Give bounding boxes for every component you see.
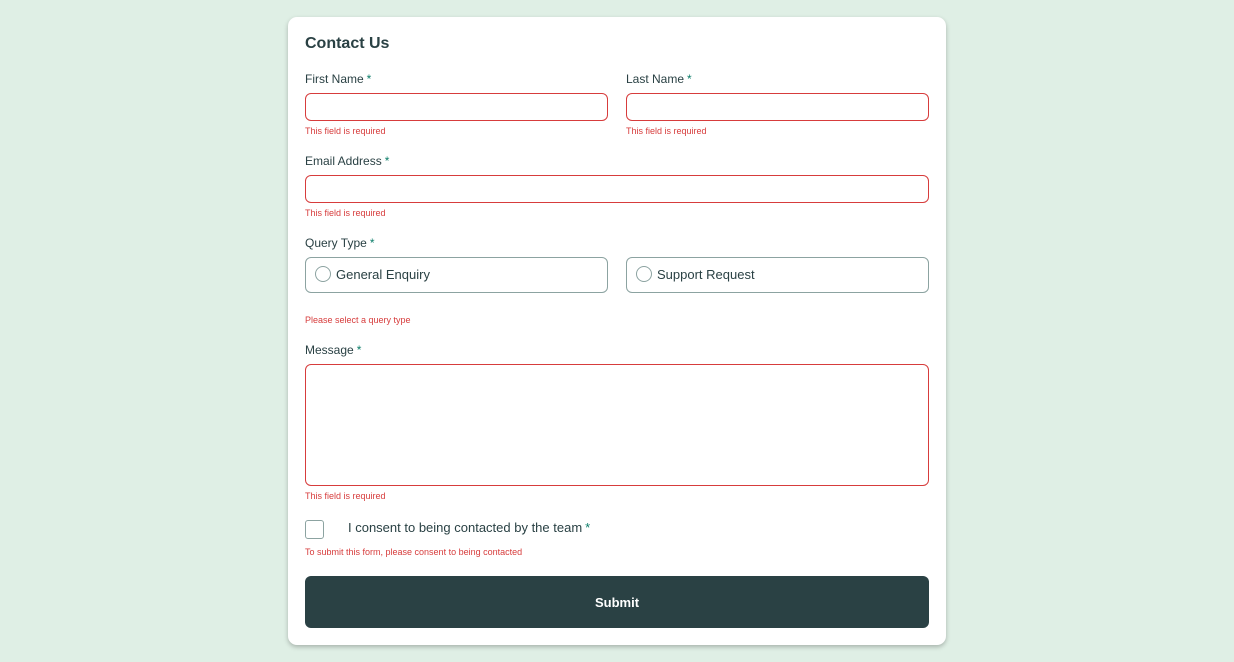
last-name-label-text: Last Name [626,72,685,86]
submit-button[interactable]: Submit [305,576,929,628]
email-input[interactable] [305,175,929,203]
required-marker: * [585,520,591,535]
required-marker: * [384,154,390,168]
first-name-error: This field is required [305,126,386,136]
message-error: This field is required [305,491,386,501]
general-enquiry-option[interactable]: General Enquiry [305,257,608,293]
consent-label-text: I consent to being contacted by the team [348,520,583,535]
message-label: Message * [305,343,361,357]
required-marker: * [356,343,362,357]
radio-button-icon[interactable] [315,266,331,282]
consent-error: To submit this form, please consent to b… [305,547,523,557]
required-marker: * [369,236,375,250]
email-error: This field is required [305,208,386,218]
last-name-input[interactable] [626,93,929,121]
query-type-error: Please select a query type [305,315,411,325]
required-marker: * [687,72,692,86]
email-label: Email Address * [305,154,389,168]
contact-form-card: Contact Us First Name * This field is req… [288,17,946,645]
consent-checkbox[interactable] [305,520,324,539]
support-request-label: Support Request [657,267,755,282]
general-enquiry-label: General Enquiry [336,267,430,282]
first-name-input[interactable] [305,93,608,121]
message-label-text: Message [305,343,354,357]
query-type-label-text: Query Type [305,236,367,250]
support-request-option[interactable]: Support Request [626,257,929,293]
form-title: Contact Us [305,35,390,52]
last-name-error: This field is required [626,126,707,136]
first-name-label: First Name * [305,72,371,86]
query-type-label: Query Type * [305,236,374,250]
last-name-label: Last Name * [626,72,692,86]
required-marker: * [366,72,372,86]
first-name-label-text: First Name [305,72,364,86]
radio-button-icon[interactable] [636,266,652,282]
message-textarea[interactable] [305,364,929,486]
email-label-text: Email Address [305,154,382,168]
consent-label: I consent to being contacted by the team… [348,520,590,535]
